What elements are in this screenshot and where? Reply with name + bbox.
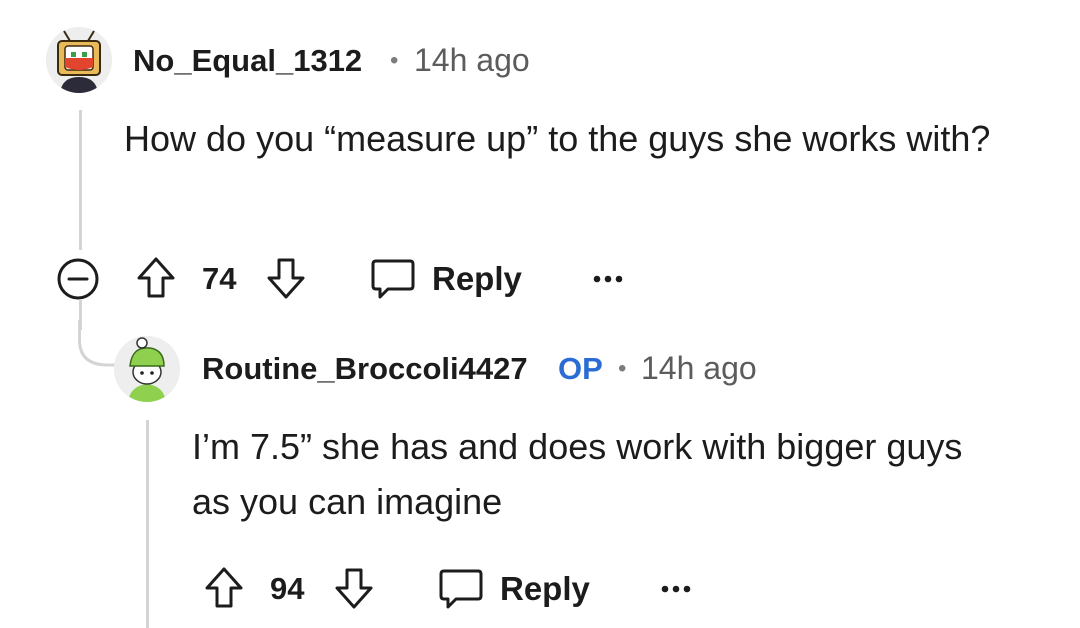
meta-separator: •: [390, 47, 399, 74]
downvote-icon[interactable]: [266, 256, 306, 300]
meta-separator: •: [618, 355, 627, 382]
reply-comment-icon[interactable]: [438, 568, 484, 610]
timestamp: 14h ago: [641, 350, 757, 386]
more-options-icon[interactable]: [592, 273, 624, 285]
thread-line-parent[interactable]: [79, 110, 82, 250]
timestamp: 14h ago: [414, 42, 530, 78]
thread-line-child[interactable]: [146, 420, 149, 628]
vote-count: 94: [270, 571, 305, 606]
tv-snoo-avatar-icon: [46, 27, 112, 93]
username[interactable]: Routine_Broccoli4427: [202, 351, 528, 387]
avatar[interactable]: [46, 27, 112, 93]
upvote-icon[interactable]: [204, 566, 244, 610]
vote-count: 74: [202, 261, 237, 296]
reply-comment-icon[interactable]: [370, 258, 416, 300]
comment-body: I’m 7.5” she has and does work with bigg…: [192, 426, 963, 522]
username[interactable]: No_Equal_1312: [133, 43, 362, 79]
op-badge: OP: [558, 351, 603, 386]
comment-body: How do you “measure up” to the guys she …: [124, 118, 991, 159]
avatar[interactable]: [114, 336, 180, 402]
green-hat-snoo-avatar-icon: [114, 336, 180, 402]
collapse-minus-icon[interactable]: [56, 257, 100, 301]
downvote-icon[interactable]: [334, 566, 374, 610]
reply-button[interactable]: Reply: [500, 570, 590, 608]
more-options-icon[interactable]: [660, 583, 692, 595]
reply-button[interactable]: Reply: [432, 260, 522, 298]
upvote-icon[interactable]: [136, 256, 176, 300]
